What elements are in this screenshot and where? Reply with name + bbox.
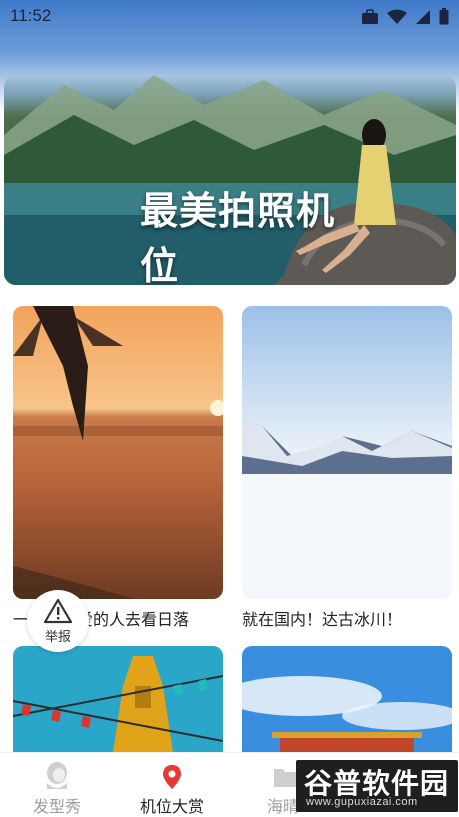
glacier-photo <box>242 306 452 599</box>
tab-hairstyle[interactable]: 发型秀 <box>2 753 112 817</box>
status-icons <box>361 8 449 25</box>
status-bar: 11:52 <box>0 0 459 32</box>
warning-icon <box>43 598 73 623</box>
sunset-photo <box>13 306 223 599</box>
palace-photo <box>242 646 452 752</box>
card-stupa[interactable] <box>13 646 223 752</box>
report-label: 举报 <box>44 629 71 645</box>
card-palace[interactable] <box>242 646 452 752</box>
location-pin-icon <box>163 765 181 789</box>
tab-hairstyle-label: 发型秀 <box>32 797 81 816</box>
banner[interactable]: 最美拍照机位 <box>4 75 456 285</box>
hairstyle-icon <box>47 762 67 789</box>
card-sunset[interactable] <box>13 306 223 599</box>
briefcase-icon <box>362 8 378 24</box>
tab-photo-spots-label: 机位大赏 <box>139 797 204 816</box>
battery-icon <box>439 8 449 25</box>
wifi-icon <box>387 9 407 24</box>
report-button[interactable]: 举报 <box>27 590 89 652</box>
stupa-photo <box>13 646 223 752</box>
card-glacier[interactable] <box>242 306 452 599</box>
tab-photo-spots[interactable]: 机位大赏 <box>117 753 227 817</box>
card-caption-glacier: 就在国内！达古冰川！ <box>242 610 403 629</box>
signal-icon <box>416 9 430 24</box>
banner-title: 最美拍照机位 <box>140 189 336 285</box>
watermark: 谷普软件园 www.gupuxiazai.com <box>296 760 458 812</box>
watermark-url: www.gupuxiazai.com <box>306 796 418 808</box>
status-time: 11:52 <box>10 6 52 25</box>
